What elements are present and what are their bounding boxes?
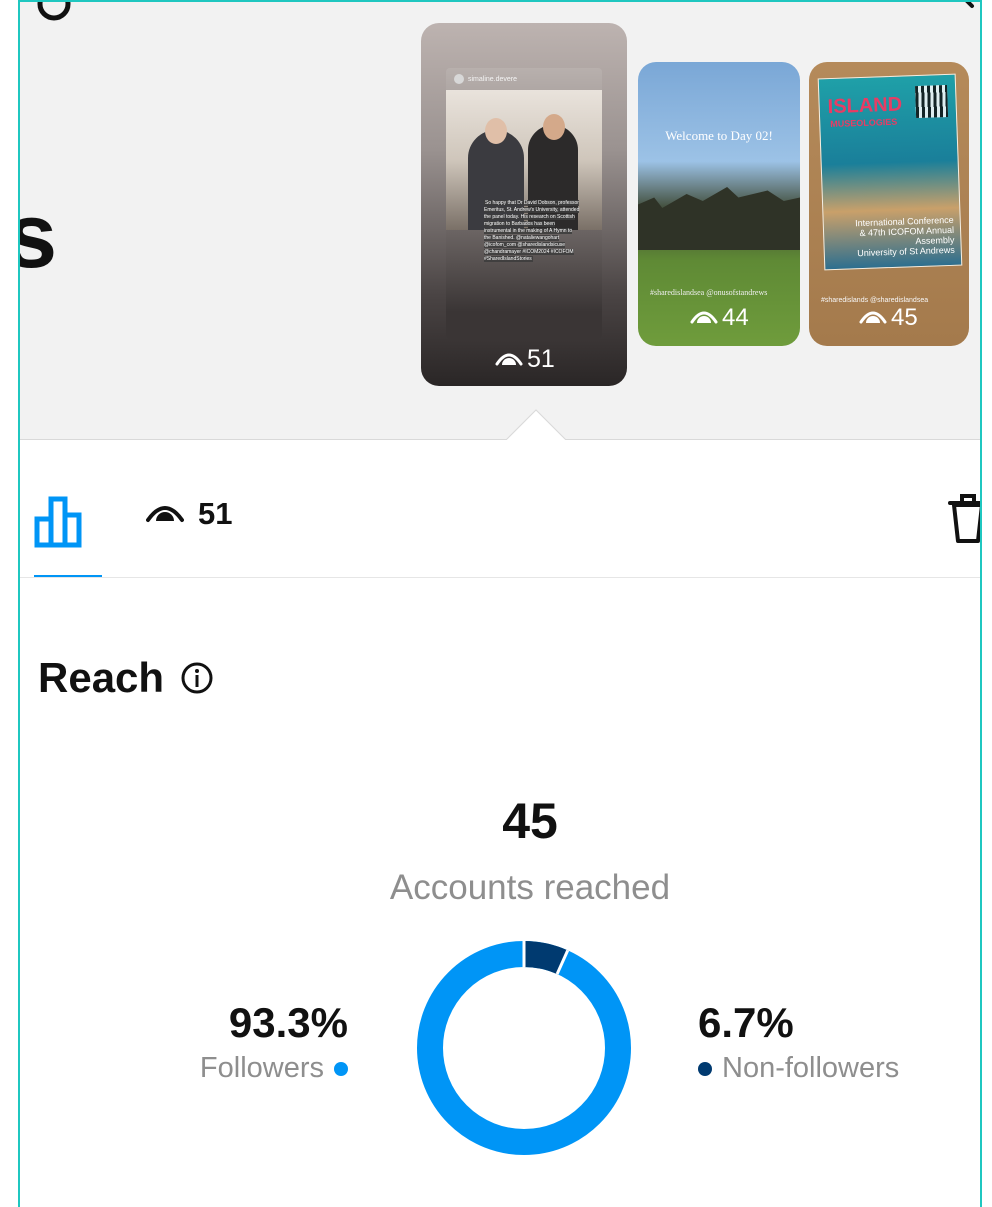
followers-percent: 93.3%: [228, 999, 348, 1046]
photo-person-head: [485, 118, 507, 144]
reach-title: Reach: [38, 654, 165, 701]
donut-followers-segment: [417, 941, 631, 1155]
story-views-count: 45: [891, 304, 918, 331]
story-poster: ISLAND MUSEOLOGIES International Confere…: [817, 73, 963, 271]
eye-icon: [146, 506, 184, 522]
followers-legend-dot: [334, 1061, 348, 1076]
story-preview: simaline.devere So happy that Dr David D…: [446, 68, 602, 339]
story-text: Welcome to Day 02!: [665, 128, 773, 143]
eye-icon: [690, 311, 718, 324]
previous-story-fragment: s: [20, 184, 57, 289]
reach-donut-chart: [417, 941, 631, 1155]
bar-chart-icon[interactable]: [34, 493, 90, 549]
poster-title: ISLAND: [827, 93, 903, 119]
story-card-selected[interactable]: simaline.devere So happy that Dr David D…: [421, 23, 627, 386]
story-views-count: 44: [722, 304, 749, 331]
poster-subtitle: MUSEOLOGIES: [830, 116, 898, 130]
eye-icon: [495, 353, 523, 365]
chevron-right-icon[interactable]: [958, 0, 978, 18]
eye-icon: [859, 311, 887, 324]
active-tab-indicator: [34, 575, 102, 577]
story-username: simaline.devere: [454, 74, 517, 84]
non-followers-legend-dot: [698, 1061, 712, 1076]
non-followers-label: Non-followers: [722, 1052, 900, 1084]
story-tags: #sharedislandsea @onusofstandrews: [650, 288, 768, 297]
followers-legend: Followers: [200, 1052, 348, 1085]
insights-toolbar: 51: [20, 439, 980, 578]
poster-conference: International Conference & 47th ICOFOM A…: [850, 215, 955, 259]
story-caption-text: So happy that Dr David Dobson, professor…: [484, 200, 580, 262]
story-card[interactable]: ISLAND MUSEOLOGIES International Confere…: [809, 62, 969, 346]
qr-code: [915, 84, 949, 119]
accounts-reached-label: Accounts reached: [389, 868, 671, 907]
story-caption: So happy that Dr David Dobson, professor…: [484, 200, 580, 263]
avatar: [454, 74, 464, 84]
story-views: 51: [495, 345, 555, 374]
story-views: 44: [690, 304, 749, 332]
story-card[interactable]: Welcome to Day 02! #sharedislandsea @onu…: [638, 62, 800, 346]
story-insights-screen: s simaline.devere So happy that Dr David…: [18, 0, 982, 1207]
story-views-count: 51: [527, 345, 555, 373]
followers-label: Followers: [199, 1052, 324, 1084]
story-photo-building: [638, 187, 800, 250]
views-count: 51: [198, 496, 233, 531]
story-preview-strip[interactable]: s simaline.devere So happy that Dr David…: [20, 2, 980, 440]
reach-header: Reach: [38, 654, 214, 702]
gear-icon[interactable]: [36, 0, 72, 22]
trash-icon[interactable]: [948, 493, 982, 543]
info-icon[interactable]: [180, 661, 214, 695]
followers-stat: 93.3% Followers: [200, 998, 348, 1085]
non-followers-stat: 6.7% Non-followers: [698, 998, 899, 1085]
photo-person-head: [543, 114, 565, 140]
accounts-reached-count: 45: [502, 793, 558, 849]
story-views: 45: [859, 304, 918, 332]
views-summary[interactable]: 51: [146, 496, 232, 532]
non-followers-percent: 6.7%: [698, 999, 794, 1046]
story-username-text: simaline.devere: [468, 75, 518, 83]
non-followers-legend: Non-followers: [698, 1052, 899, 1085]
selection-caret: [506, 409, 566, 440]
